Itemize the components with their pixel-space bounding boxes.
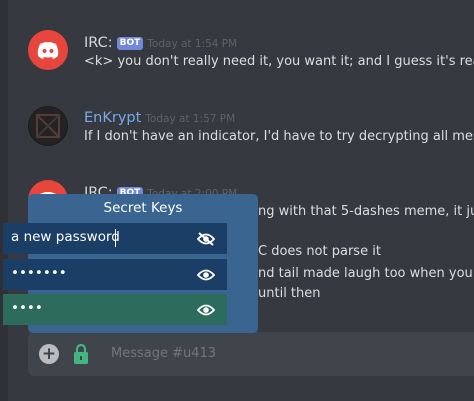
message-text: C does not parse it: [258, 244, 381, 259]
timestamp: Today at 1:57 PM: [145, 113, 236, 125]
text-cursor: [115, 229, 116, 247]
message-text: nd tail made laugh too when you poi: [258, 266, 474, 281]
message-composer: + Message #u413: [28, 332, 474, 376]
lock-icon[interactable]: [73, 343, 89, 369]
message-text: ng with that 5-dashes meme, it just lo: [258, 204, 474, 219]
author-name[interactable]: EnKrypt: [84, 110, 141, 126]
message-text: <k> you don't really need it, you want i…: [84, 54, 474, 69]
eye-icon[interactable]: [196, 302, 216, 321]
message-text: If I don't have an indicator, I'd have t…: [84, 129, 474, 144]
message-text: until then: [258, 286, 321, 301]
message-input[interactable]: Message #u413: [111, 346, 216, 361]
eye-slash-icon[interactable]: [196, 231, 216, 250]
secret-key-value[interactable]: a new password: [11, 229, 120, 245]
secret-key-field[interactable]: •••••••: [3, 259, 227, 290]
eye-icon[interactable]: [196, 267, 216, 286]
secret-key-value[interactable]: •••••••: [11, 265, 67, 281]
secret-key-field[interactable]: ••••: [3, 294, 227, 325]
discord-logo-icon: [37, 42, 59, 59]
bot-badge: BOT: [116, 37, 144, 50]
avatar[interactable]: [28, 106, 68, 146]
user-avatar-icon: [36, 114, 60, 138]
timestamp: Today at 1:54 PM: [147, 38, 238, 50]
secret-key-value[interactable]: ••••: [11, 300, 43, 316]
author-name[interactable]: IRC:: [84, 35, 113, 51]
add-attachment-button[interactable]: +: [39, 344, 59, 364]
popup-title: Secret Keys: [103, 200, 183, 216]
secret-key-field[interactable]: a new password: [3, 223, 227, 254]
avatar[interactable]: [28, 30, 68, 70]
